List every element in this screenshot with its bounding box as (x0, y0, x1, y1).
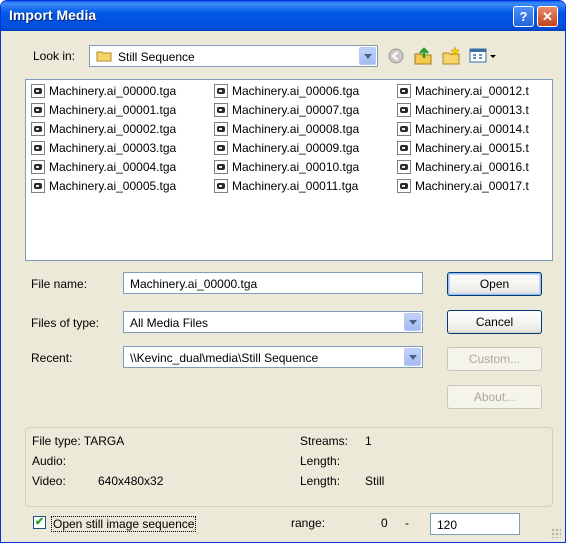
streams-value: 1 (365, 434, 372, 448)
list-item[interactable]: Machinery.ai_00008.tga (214, 122, 359, 141)
list-item[interactable]: Machinery.ai_00017.t (397, 179, 529, 198)
look-in-label: Look in: (33, 49, 76, 63)
tga-file-icon (214, 141, 228, 155)
list-item[interactable]: Machinery.ai_00000.tga (31, 84, 176, 103)
import-media-dialog: Import Media ? ✕ Look in: Still Sequence… (0, 0, 566, 543)
close-button[interactable]: ✕ (537, 6, 558, 27)
tga-file-icon (397, 122, 411, 136)
file-name-label: File name: (31, 277, 88, 291)
tga-file-icon (397, 103, 411, 117)
tga-file-icon (214, 179, 228, 193)
new-folder-icon[interactable] (441, 46, 461, 66)
recent-label: Recent: (31, 351, 73, 365)
files-of-type-label: Files of type: (31, 316, 100, 330)
chevron-down-icon[interactable] (404, 348, 421, 366)
tga-file-icon (31, 160, 45, 174)
recent-select[interactable]: \\Kevinc_dual\media\Still Sequence (123, 346, 423, 368)
list-item[interactable]: Machinery.ai_00002.tga (31, 122, 176, 141)
about-button[interactable]: About... (447, 385, 542, 409)
list-item[interactable]: Machinery.ai_00015.t (397, 141, 529, 160)
list-item[interactable]: Machinery.ai_00004.tga (31, 160, 176, 179)
list-item[interactable]: Machinery.ai_00003.tga (31, 141, 176, 160)
range-label: range: (291, 516, 326, 530)
list-item[interactable]: Machinery.ai_00007.tga (214, 103, 359, 122)
streams-label: Streams: (300, 434, 349, 448)
list-item[interactable]: Machinery.ai_00013.t (397, 103, 529, 122)
tga-file-icon (214, 160, 228, 174)
length-label: Length: (300, 474, 341, 488)
look-in-value: Still Sequence (118, 50, 195, 64)
file-list[interactable]: Machinery.ai_00000.tga Machinery.ai_0000… (25, 79, 553, 261)
range-end-value: 120 (437, 518, 458, 532)
open-button[interactable]: Open (447, 272, 542, 296)
file-name-value: Machinery.ai_00000.tga (130, 277, 258, 291)
tga-file-icon (31, 141, 45, 155)
recent-value: \\Kevinc_dual\media\Still Sequence (130, 351, 319, 365)
length-label: Length: (300, 454, 341, 468)
custom-button[interactable]: Custom... (447, 347, 542, 371)
resize-grip-icon[interactable] (551, 528, 561, 538)
view-menu-icon[interactable] (469, 47, 499, 65)
tga-file-icon (397, 84, 411, 98)
cancel-button[interactable]: Cancel (447, 310, 542, 334)
file-column-2: Machinery.ai_00006.tga Machinery.ai_0000… (214, 84, 359, 198)
file-column-1: Machinery.ai_00000.tga Machinery.ai_0000… (31, 84, 176, 198)
tga-file-icon (397, 179, 411, 193)
length-value: Still (365, 474, 385, 488)
audio-label: Audio: (32, 454, 67, 468)
title-bar[interactable]: Import Media ? ✕ (1, 1, 565, 31)
files-of-type-value: All Media Files (130, 316, 209, 330)
look-in-combo[interactable]: Still Sequence (89, 45, 378, 67)
list-item[interactable]: Machinery.ai_00005.tga (31, 179, 176, 198)
media-info-panel: File type: TARGA Audio: Video: 640x480x3… (25, 427, 553, 507)
back-icon[interactable] (387, 47, 405, 65)
file-type-text: File type: TARGA (32, 434, 125, 448)
chevron-down-icon[interactable] (404, 313, 421, 331)
tga-file-icon (31, 103, 45, 117)
file-name-field[interactable]: Machinery.ai_00000.tga (123, 272, 423, 294)
list-item[interactable]: Machinery.ai_00006.tga (214, 84, 359, 103)
list-item[interactable]: Machinery.ai_00014.t (397, 122, 529, 141)
list-item[interactable]: Machinery.ai_00009.tga (214, 141, 359, 160)
file-column-3: Machinery.ai_00012.t Machinery.ai_00013.… (397, 84, 529, 198)
tga-file-icon (214, 84, 228, 98)
list-item[interactable]: Machinery.ai_00016.t (397, 160, 529, 179)
tga-file-icon (214, 103, 228, 117)
list-item[interactable]: Machinery.ai_00010.tga (214, 160, 359, 179)
range-start-value: 0 (381, 516, 388, 530)
tga-file-icon (397, 141, 411, 155)
tga-file-icon (31, 122, 45, 136)
still-sequence-checkbox[interactable]: ✔ (33, 516, 46, 529)
video-label: Video: (32, 474, 66, 488)
files-of-type-select[interactable]: All Media Files (123, 311, 423, 333)
list-item[interactable]: Machinery.ai_00012.t (397, 84, 529, 103)
range-dash: - (405, 516, 409, 530)
tga-file-icon (214, 122, 228, 136)
folder-icon (96, 50, 112, 62)
tga-file-icon (31, 84, 45, 98)
tga-file-icon (397, 160, 411, 174)
range-end-field[interactable]: 120 (430, 513, 520, 535)
list-item[interactable]: Machinery.ai_00001.tga (31, 103, 176, 122)
window-title: Import Media (9, 7, 97, 23)
tga-file-icon (31, 179, 45, 193)
still-sequence-label[interactable]: Open still image sequence (51, 516, 197, 532)
chevron-down-icon[interactable] (359, 47, 376, 65)
help-button[interactable]: ? (513, 6, 534, 27)
video-value: 640x480x32 (98, 474, 164, 488)
up-folder-icon[interactable] (413, 46, 433, 66)
list-item[interactable]: Machinery.ai_00011.tga (214, 179, 359, 198)
checkmark-icon: ✔ (34, 516, 45, 528)
